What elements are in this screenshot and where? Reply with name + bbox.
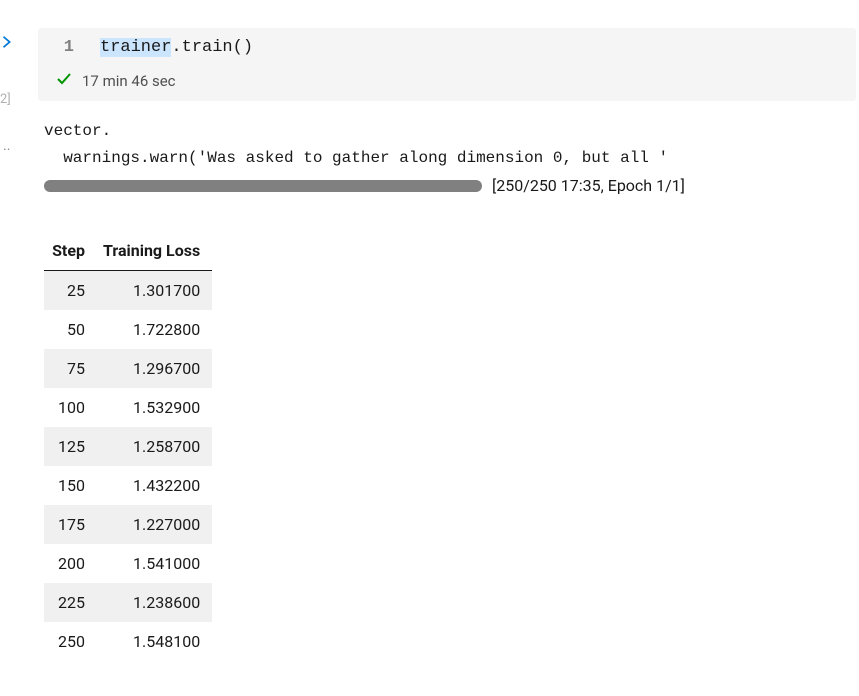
table-row: 1001.532900 xyxy=(44,388,212,427)
cell-step: 75 xyxy=(44,349,91,388)
progress-bar xyxy=(44,180,482,192)
table-row: 2001.541000 xyxy=(44,544,212,583)
cell-step: 150 xyxy=(44,466,91,505)
table-row: 2251.238600 xyxy=(44,583,212,622)
cell-loss: 1.432200 xyxy=(91,466,212,505)
output-area: vector. warnings.warn('Was asked to gath… xyxy=(44,118,849,661)
check-icon xyxy=(56,71,72,91)
code-cell[interactable]: 1 trainer.train() 17 min 46 sec xyxy=(38,28,856,101)
expand-chevron-icon[interactable] xyxy=(0,35,14,53)
cell-loss: 1.227000 xyxy=(91,505,212,544)
table-row: 1251.258700 xyxy=(44,427,212,466)
cell-loss: 1.258700 xyxy=(91,427,212,466)
table-row: 1501.432200 xyxy=(44,466,212,505)
cell-step: 100 xyxy=(44,388,91,427)
cell-loss: 1.301700 xyxy=(91,271,212,311)
cell-step: 225 xyxy=(44,583,91,622)
cell-loss: 1.541000 xyxy=(91,544,212,583)
table-row: 251.301700 xyxy=(44,271,212,311)
col-step-header: Step xyxy=(44,233,91,271)
cell-step: 175 xyxy=(44,505,91,544)
cell-loss: 1.548100 xyxy=(91,622,212,661)
code-method: .train() xyxy=(171,38,253,57)
output-line: vector. xyxy=(44,118,849,145)
code-content: trainer.train() xyxy=(100,38,253,57)
cell-execution-index: 2] xyxy=(0,92,11,107)
output-line: warnings.warn('Was asked to gather along… xyxy=(44,145,849,172)
cell-step: 25 xyxy=(44,271,91,311)
cell-loss: 1.532900 xyxy=(91,388,212,427)
cell-loss: 1.238600 xyxy=(91,583,212,622)
code-object: trainer xyxy=(100,38,171,57)
table-header-row: Step Training Loss xyxy=(44,233,212,271)
table-row: 501.722800 xyxy=(44,310,212,349)
cell-loss: 1.296700 xyxy=(91,349,212,388)
cell-step: 50 xyxy=(44,310,91,349)
cell-step: 250 xyxy=(44,622,91,661)
ellipsis-icon[interactable]: .. xyxy=(3,138,10,154)
line-number: 1 xyxy=(56,38,100,57)
code-line[interactable]: 1 trainer.train() xyxy=(38,32,856,63)
cell-loss: 1.722800 xyxy=(91,310,212,349)
table-row: 2501.548100 xyxy=(44,622,212,661)
training-loss-table: Step Training Loss 251.301700501.7228007… xyxy=(44,233,212,661)
col-loss-header: Training Loss xyxy=(91,233,212,271)
gutter: 2] .. xyxy=(0,0,22,696)
table-row: 751.296700 xyxy=(44,349,212,388)
execution-time: 17 min 46 sec xyxy=(82,72,176,90)
table-row: 1751.227000 xyxy=(44,505,212,544)
progress-row: [250/250 17:35, Epoch 1/1] xyxy=(44,176,849,195)
cell-step: 125 xyxy=(44,427,91,466)
progress-text: [250/250 17:35, Epoch 1/1] xyxy=(492,176,685,195)
execution-status: 17 min 46 sec xyxy=(38,63,856,97)
cell-step: 200 xyxy=(44,544,91,583)
